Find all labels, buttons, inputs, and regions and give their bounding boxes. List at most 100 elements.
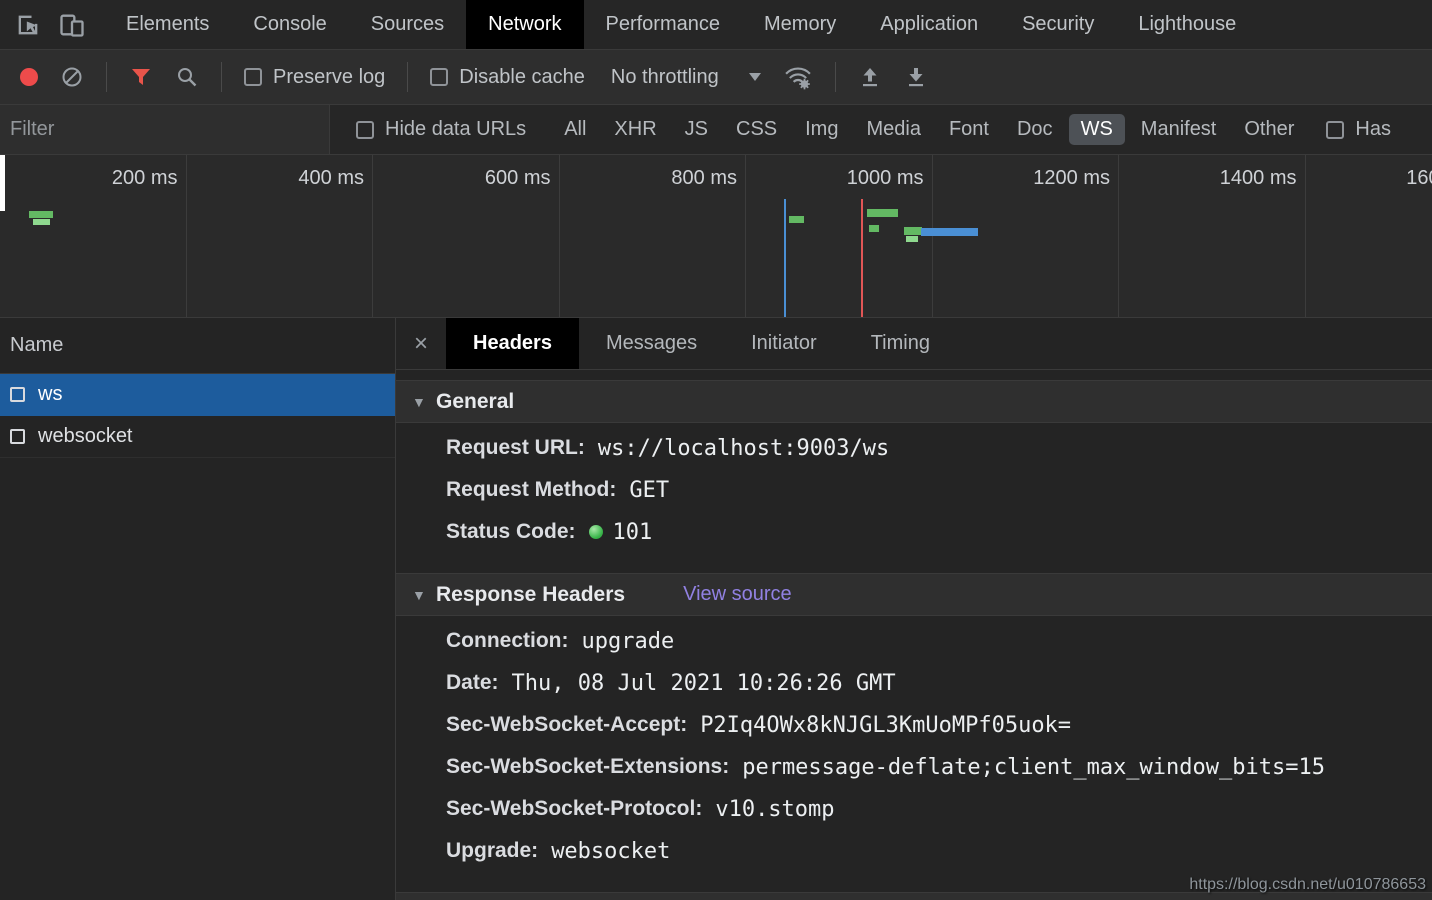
close-icon[interactable]: × [396, 318, 446, 369]
filter-type-media[interactable]: Media [854, 114, 932, 145]
tab-headers[interactable]: Headers [446, 318, 579, 369]
search-icon[interactable] [175, 65, 199, 89]
header-label: Connection: [446, 629, 568, 653]
triangle-down-icon: ▼ [412, 587, 436, 603]
header-label: Request Method: [446, 478, 616, 502]
checkbox-box [356, 121, 374, 139]
name-column-header[interactable]: Name [0, 318, 395, 374]
response-headers-section-header[interactable]: ▼ Response Headers View source [396, 573, 1432, 616]
throttling-select[interactable]: No throttling [611, 66, 761, 89]
record-button[interactable] [20, 68, 38, 86]
request-name: websocket [38, 425, 133, 448]
header-value: 101 [613, 520, 653, 545]
header-value: permessage-deflate;client_max_window_bit… [742, 755, 1325, 780]
chevron-down-icon [749, 73, 761, 81]
header-label: Upgrade: [446, 839, 538, 863]
header-row-date: Date: Thu, 08 Jul 2021 10:26:26 GMT [396, 662, 1432, 704]
devtools-tab-bar: Elements Console Sources Network Perform… [0, 0, 1432, 50]
section-title: Response Headers [436, 583, 625, 607]
tab-security[interactable]: Security [1000, 0, 1116, 49]
overview-bar [33, 219, 50, 225]
header-row-sec-websocket-accept: Sec-WebSocket-Accept: P2Iq4OWx8kNJGL3KmU… [396, 704, 1432, 746]
overview-bar [869, 225, 879, 232]
network-filter-bar: Filter Hide data URLs All XHR JS CSS Img… [0, 105, 1432, 155]
header-label: Sec-WebSocket-Accept: [446, 713, 687, 737]
details-tab-bar: × Headers Messages Initiator Timing [396, 318, 1432, 370]
filter-type-manifest[interactable]: Manifest [1129, 114, 1229, 145]
tab-initiator[interactable]: Initiator [724, 318, 844, 369]
request-row-ws[interactable]: ws [0, 374, 395, 416]
tab-elements[interactable]: Elements [104, 0, 231, 49]
websocket-request-icon [10, 387, 25, 402]
overview-bar [789, 216, 804, 223]
disable-cache-checkbox[interactable]: Disable cache [430, 66, 585, 89]
filter-type-img[interactable]: Img [793, 114, 850, 145]
header-value: upgrade [581, 629, 674, 654]
toolbar-divider [221, 62, 222, 92]
status-green-dot-icon [589, 525, 603, 539]
preserve-log-checkbox[interactable]: Preserve log [244, 66, 385, 89]
general-section-header[interactable]: ▼ General [396, 380, 1432, 423]
export-har-icon[interactable] [904, 65, 928, 89]
network-conditions-icon[interactable] [783, 64, 813, 90]
header-row-upgrade: Upgrade: websocket [396, 830, 1432, 872]
overview-timeline[interactable]: 200 ms 400 ms 600 ms 800 ms 1000 ms 1200… [0, 155, 1432, 318]
filter-type-font[interactable]: Font [937, 114, 1001, 145]
tab-application[interactable]: Application [858, 0, 1000, 49]
devtools-tool-icons [0, 0, 104, 49]
tab-memory[interactable]: Memory [742, 0, 858, 49]
tab-console[interactable]: Console [231, 0, 348, 49]
network-main-area: Name ws websocket × Headers Messages Ini… [0, 318, 1432, 900]
response-headers-rows: Connection: upgrade Date: Thu, 08 Jul 20… [396, 616, 1432, 876]
watermark-text: https://blog.csdn.net/u010786653 [1189, 876, 1426, 894]
request-name: ws [38, 383, 62, 406]
has-blocked-cookies-checkbox[interactable]: Has [1326, 118, 1391, 141]
headers-content: ▼ General Request URL: ws://localhost:90… [396, 370, 1432, 900]
filter-placeholder: Filter [10, 118, 54, 141]
header-value: Thu, 08 Jul 2021 10:26:26 GMT [512, 671, 896, 696]
header-value: ws://localhost:9003/ws [598, 436, 889, 461]
view-source-link[interactable]: View source [683, 583, 792, 606]
tab-network[interactable]: Network [466, 0, 583, 49]
preserve-log-label: Preserve log [273, 66, 385, 89]
overview-bar [921, 228, 978, 236]
filter-icon[interactable] [129, 65, 153, 89]
inspect-element-icon[interactable] [14, 11, 42, 39]
filter-type-other[interactable]: Other [1232, 114, 1306, 145]
header-row-sec-websocket-protocol: Sec-WebSocket-Protocol: v10.stomp [396, 788, 1432, 830]
checkbox-box [244, 68, 262, 86]
header-value: P2Iq4OWx8kNJGL3KmUoMPf05uok= [700, 713, 1071, 738]
request-row-websocket[interactable]: websocket [0, 416, 395, 458]
header-value: GET [629, 478, 669, 503]
header-value: v10.stomp [715, 797, 834, 822]
header-value: websocket [551, 839, 670, 864]
websocket-request-icon [10, 429, 25, 444]
tab-performance[interactable]: Performance [584, 0, 743, 49]
toolbar-divider [407, 62, 408, 92]
header-row-status-code: Status Code: 101 [396, 511, 1432, 553]
tab-messages[interactable]: Messages [579, 318, 724, 369]
filter-type-all[interactable]: All [552, 114, 598, 145]
filter-type-xhr[interactable]: XHR [602, 114, 668, 145]
tab-lighthouse[interactable]: Lighthouse [1116, 0, 1258, 49]
overview-bar [906, 236, 918, 242]
filter-type-css[interactable]: CSS [724, 114, 789, 145]
hide-data-urls-checkbox[interactable]: Hide data URLs [356, 118, 526, 141]
tab-sources[interactable]: Sources [349, 0, 466, 49]
header-label: Sec-WebSocket-Extensions: [446, 755, 729, 779]
toolbar-divider [835, 62, 836, 92]
filter-type-doc[interactable]: Doc [1005, 114, 1065, 145]
toolbar-divider [106, 62, 107, 92]
header-row-request-method: Request Method: GET [396, 469, 1432, 511]
checkbox-box [1326, 121, 1344, 139]
header-label: Status Code: [446, 520, 576, 544]
clear-icon[interactable] [60, 65, 84, 89]
tab-timing[interactable]: Timing [844, 318, 957, 369]
header-label: Date: [446, 671, 499, 695]
import-har-icon[interactable] [858, 65, 882, 89]
network-toolbar: Preserve log Disable cache No throttling [0, 50, 1432, 105]
filter-type-js[interactable]: JS [673, 114, 720, 145]
filter-input[interactable]: Filter [0, 105, 330, 154]
filter-type-ws[interactable]: WS [1069, 114, 1125, 145]
device-toolbar-icon[interactable] [58, 11, 86, 39]
